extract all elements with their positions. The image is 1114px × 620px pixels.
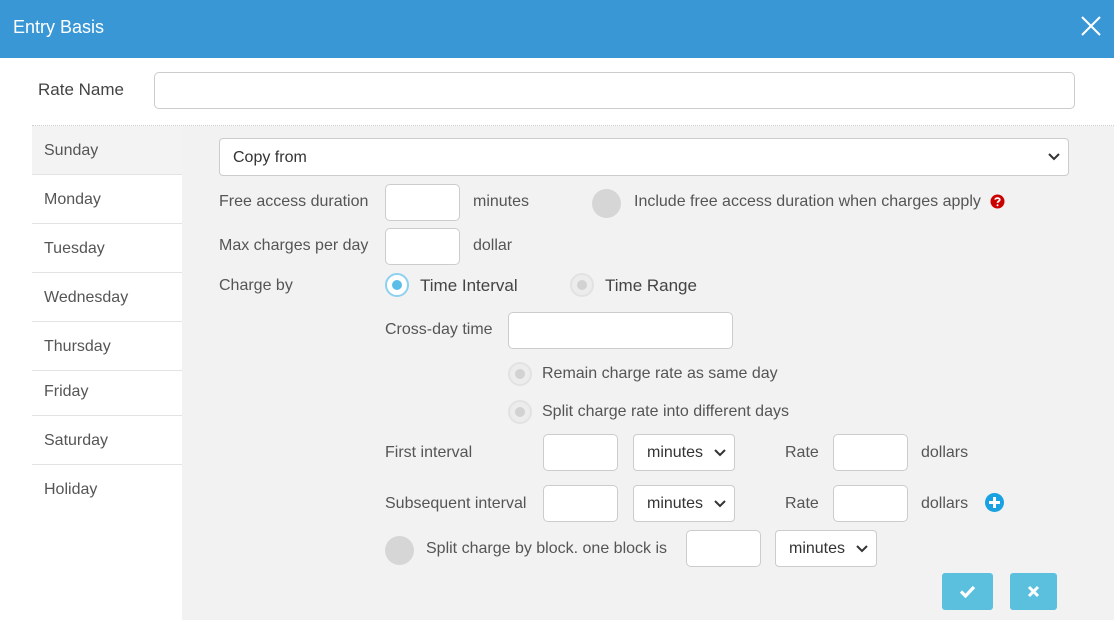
subsequent-interval-input[interactable] (543, 485, 618, 522)
rate-name-label: Rate Name (38, 80, 124, 99)
remain-rate-radio[interactable] (508, 362, 532, 386)
subsequent-rate-unit: dollars (921, 495, 969, 512)
time-interval-radio[interactable] (385, 273, 409, 297)
check-icon (959, 585, 976, 598)
cross-day-input[interactable] (508, 312, 733, 349)
free-access-label: Free access duration (219, 193, 369, 210)
time-range-label: Time Range (605, 276, 697, 295)
copy-from-value: Copy from (233, 149, 307, 166)
add-icon[interactable] (985, 493, 1004, 512)
day-item-sunday[interactable]: Sunday (32, 126, 182, 175)
rule-panel: Copy from Free access duration minutes I… (182, 126, 1114, 620)
first-interval-label: First interval (385, 444, 473, 461)
free-access-unit: minutes (473, 193, 530, 210)
day-list: Sunday Monday Tuesday Wednesday Thursday… (32, 126, 182, 620)
first-rate-unit: dollars (921, 444, 969, 461)
block-unit-select[interactable]: minutes (775, 530, 877, 567)
subsequent-interval-unit-select[interactable]: minutes (633, 485, 735, 522)
x-icon (1027, 585, 1040, 598)
split-block-toggle[interactable] (385, 536, 414, 565)
time-interval-label: Time Interval (420, 276, 518, 295)
day-item-friday[interactable]: Friday (32, 371, 182, 416)
free-access-input[interactable] (385, 184, 460, 221)
day-item-wednesday[interactable]: Wednesday (32, 273, 182, 322)
rate-name-input[interactable] (154, 72, 1075, 109)
time-range-radio[interactable] (570, 273, 594, 297)
block-size-input[interactable] (686, 530, 761, 567)
day-item-monday[interactable]: Monday (32, 175, 182, 224)
split-rate-label: Split charge rate into different days (542, 403, 789, 420)
close-icon[interactable] (1080, 15, 1102, 37)
first-rate-label: Rate (785, 444, 819, 461)
day-item-thursday[interactable]: Thursday (32, 322, 182, 371)
first-interval-input[interactable] (543, 434, 618, 471)
day-item-holiday[interactable]: Holiday (32, 465, 182, 514)
max-charges-label: Max charges per day (219, 237, 369, 254)
include-free-access-toggle[interactable] (592, 189, 621, 218)
include-free-access-label: Include free access duration when charge… (634, 193, 981, 210)
first-rate-input[interactable] (833, 434, 908, 471)
subsequent-rate-label: Rate (785, 495, 819, 512)
subsequent-interval-label: Subsequent interval (385, 495, 527, 512)
copy-from-select[interactable]: Copy from (219, 138, 1069, 176)
dialog-header: Entry Basis (0, 0, 1114, 58)
confirm-button[interactable] (942, 573, 993, 610)
max-charges-input[interactable] (385, 228, 460, 265)
chevron-down-icon (856, 544, 868, 552)
day-item-saturday[interactable]: Saturday (32, 416, 182, 465)
first-interval-unit: minutes (647, 444, 704, 461)
subsequent-interval-unit: minutes (647, 495, 704, 512)
block-unit: minutes (789, 540, 846, 557)
dialog-title: Entry Basis (13, 17, 105, 37)
chevron-down-icon (714, 448, 726, 456)
charge-by-label: Charge by (219, 277, 293, 294)
split-rate-radio[interactable] (508, 400, 532, 424)
cross-day-label: Cross-day time (385, 321, 493, 338)
max-charges-unit: dollar (473, 237, 513, 254)
help-icon[interactable] (990, 194, 1005, 209)
chevron-down-icon (714, 499, 726, 507)
first-interval-unit-select[interactable]: minutes (633, 434, 735, 471)
cancel-button[interactable] (1010, 573, 1057, 610)
split-block-label: Split charge by block. one block is (426, 540, 668, 557)
subsequent-rate-input[interactable] (833, 485, 908, 522)
day-item-tuesday[interactable]: Tuesday (32, 224, 182, 273)
chevron-down-icon (1048, 153, 1060, 161)
remain-rate-label: Remain charge rate as same day (542, 365, 778, 382)
